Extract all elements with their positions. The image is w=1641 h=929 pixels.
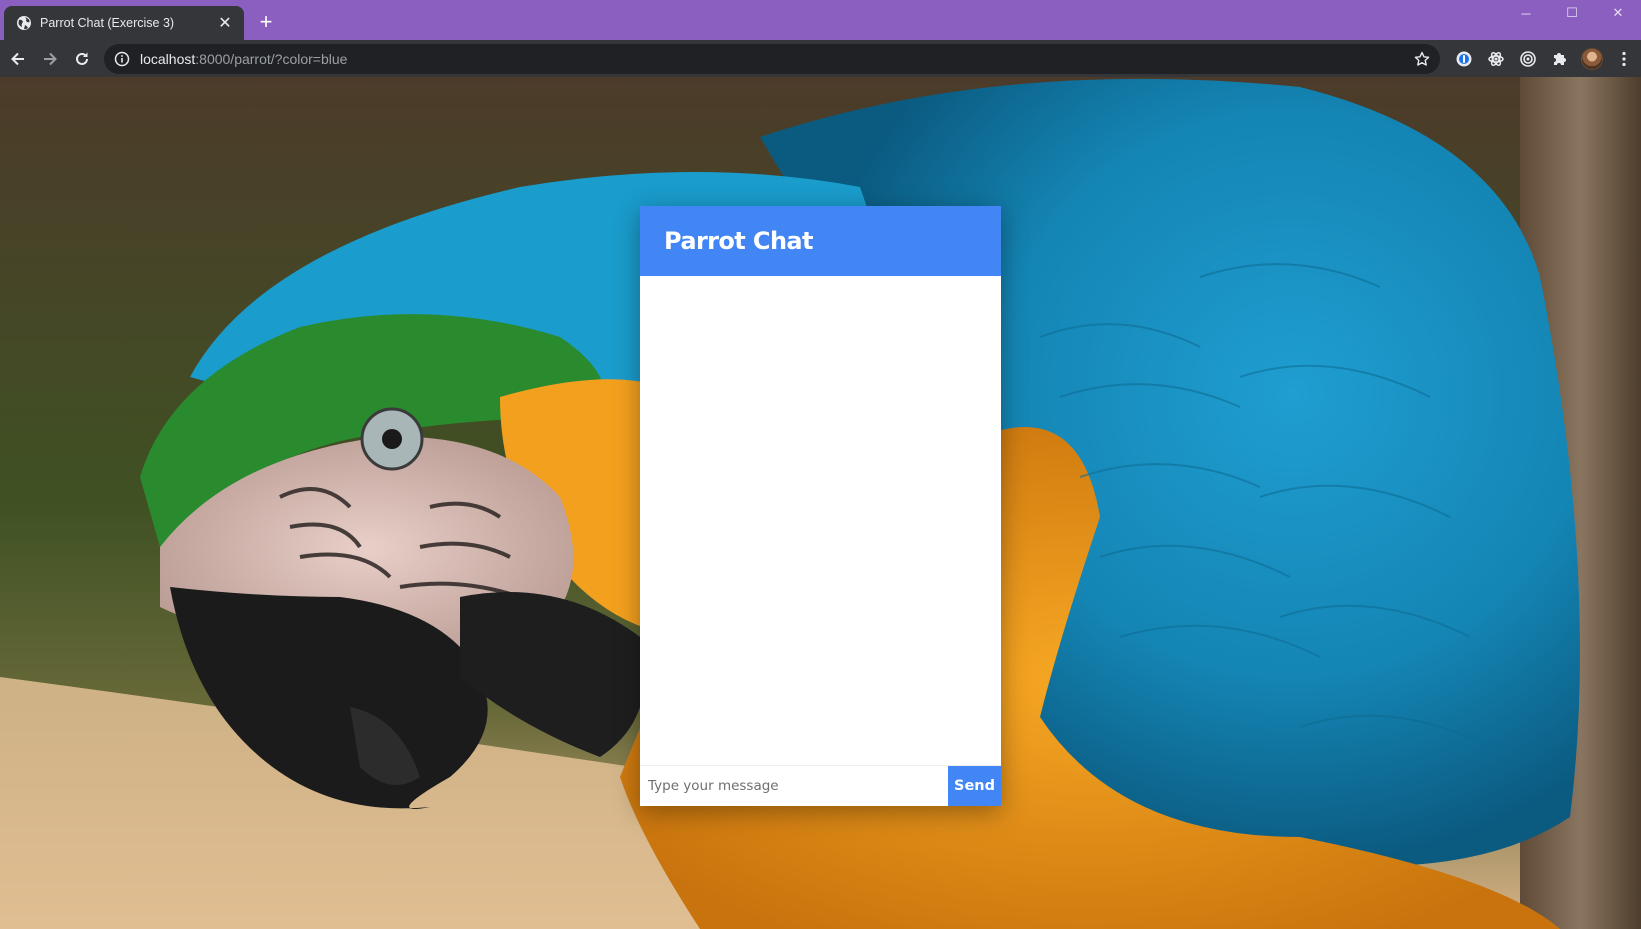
- info-icon[interactable]: [114, 51, 130, 67]
- forward-button[interactable]: [36, 45, 64, 73]
- chat-title: Parrot Chat: [664, 227, 814, 255]
- back-button[interactable]: [4, 45, 32, 73]
- tab-active[interactable]: Parrot Chat (Exercise 3) ✕: [4, 6, 244, 40]
- arrow-left-icon: [11, 52, 24, 65]
- url-host: localhost: [140, 51, 196, 67]
- close-tab-icon[interactable]: ✕: [216, 14, 234, 32]
- page-content: Parrot Chat Send: [0, 77, 1641, 929]
- vertical-dots-icon[interactable]: [1608, 43, 1640, 75]
- maximize-icon[interactable]: ☐: [1549, 0, 1595, 26]
- extension-icons: [1448, 40, 1640, 77]
- url-text[interactable]: localhost:8000/parrot/?color=blue: [140, 51, 347, 67]
- tab-title: Parrot Chat (Exercise 3): [40, 16, 175, 30]
- close-window-icon[interactable]: ✕: [1595, 0, 1641, 26]
- profile-picture: [1581, 47, 1603, 70]
- browser-window: Parrot Chat (Exercise 3) ✕ + ─ ☐ ✕ local…: [0, 0, 1641, 929]
- send-button[interactable]: Send: [948, 766, 1001, 806]
- chat-window: Parrot Chat Send: [640, 206, 1001, 806]
- puzzle-icon[interactable]: [1544, 43, 1576, 75]
- message-form: Send: [640, 765, 1001, 806]
- avatar[interactable]: [1576, 43, 1608, 75]
- gear-flower-icon[interactable]: [1480, 43, 1512, 75]
- reload-icon: [76, 52, 88, 65]
- url-path: :8000/parrot/?color=blue: [195, 51, 348, 67]
- target-icon[interactable]: [1512, 43, 1544, 75]
- star-icon[interactable]: [1412, 49, 1432, 69]
- chat-message-list[interactable]: [640, 276, 1001, 765]
- onepassword-icon[interactable]: [1448, 43, 1480, 75]
- address-bar[interactable]: localhost:8000/parrot/?color=blue: [104, 44, 1440, 74]
- new-tab-button[interactable]: +: [254, 9, 278, 34]
- tab-strip: Parrot Chat (Exercise 3) ✕ + ─ ☐ ✕: [0, 0, 1641, 40]
- window-controls: ─ ☐ ✕: [1503, 0, 1641, 26]
- arrow-right-icon: [44, 52, 57, 65]
- browser-toolbar: localhost:8000/parrot/?color=blue: [0, 40, 1641, 77]
- minimize-icon[interactable]: ─: [1503, 0, 1549, 26]
- message-input[interactable]: [640, 766, 948, 806]
- chat-header: Parrot Chat: [640, 206, 1001, 276]
- globe-icon: [16, 15, 32, 31]
- reload-button[interactable]: [68, 45, 96, 73]
